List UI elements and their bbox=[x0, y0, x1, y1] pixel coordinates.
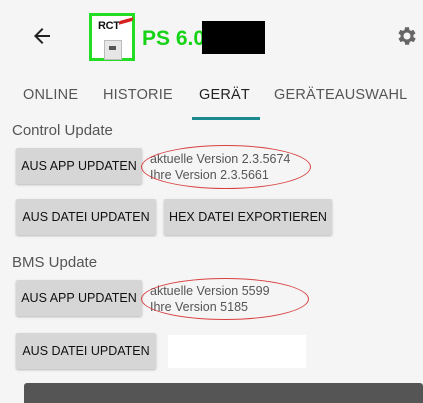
app-logo: RCT bbox=[89, 13, 135, 61]
tab-geraeteauswahl[interactable]: GERÄTEAUSWAHL bbox=[274, 87, 407, 103]
app-bar: RCT PS 6.0 bbox=[0, 0, 423, 72]
redacted-serial bbox=[202, 21, 265, 54]
hex-export-button[interactable]: HEX DATEI EXPORTIEREN bbox=[164, 199, 332, 235]
annotation-ellipse bbox=[141, 278, 309, 320]
bms-update-title: BMS Update bbox=[12, 254, 98, 271]
device-model-title: PS 6.0 bbox=[142, 27, 206, 50]
active-tab-indicator bbox=[192, 117, 260, 120]
tab-historie[interactable]: HISTORIE bbox=[103, 87, 173, 103]
annotation-ellipse bbox=[141, 145, 311, 189]
tab-online[interactable]: ONLINE bbox=[23, 87, 78, 103]
control-app-update-button[interactable]: AUS APP UPDATEN bbox=[16, 148, 142, 184]
bottom-bar bbox=[24, 383, 423, 403]
blank-area bbox=[168, 335, 306, 368]
gear-icon[interactable] bbox=[394, 24, 418, 48]
bms-file-update-button[interactable]: AUS DATEI UPDATEN bbox=[16, 333, 156, 369]
back-arrow-icon[interactable] bbox=[30, 24, 54, 48]
bms-app-update-button[interactable]: AUS APP UPDATEN bbox=[16, 280, 142, 316]
logo-slash-icon bbox=[118, 17, 134, 25]
device-icon bbox=[104, 40, 122, 60]
control-file-update-button[interactable]: AUS DATEI UPDATEN bbox=[16, 199, 156, 235]
tab-bar: ONLINE HISTORIE GERÄT GERÄTEAUSWAHL bbox=[0, 72, 423, 122]
control-update-title: Control Update bbox=[12, 122, 113, 139]
logo-brand-text: RCT bbox=[98, 20, 120, 32]
tab-geraet[interactable]: GERÄT bbox=[199, 87, 250, 103]
